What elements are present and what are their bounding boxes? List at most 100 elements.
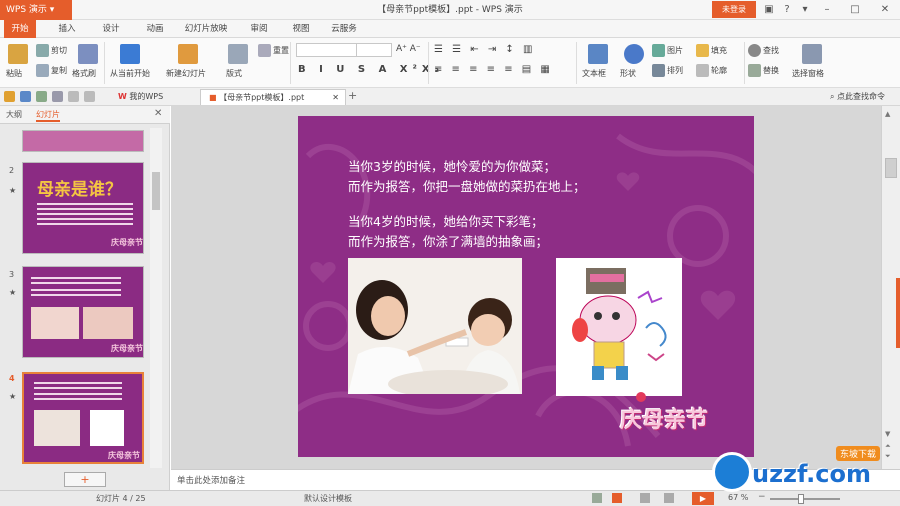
tab-view[interactable]: 视图 [286,20,316,38]
vertical-scrollbar[interactable]: ▲ ▼ ⏶ ⏷ [881,106,900,469]
cut-button[interactable]: 剪切 [36,44,67,57]
image-label: 图片 [667,46,683,55]
shape-button[interactable]: 形状 [620,68,636,79]
help-icon[interactable]: ? [778,1,796,19]
tab-animation[interactable]: 动画 [140,20,170,38]
outline-button[interactable]: 轮廓 [696,64,727,77]
thumbnail-scroll-thumb[interactable] [152,172,160,210]
ribbon-separator [290,42,291,84]
selection-pane-button[interactable]: 选择窗格 [792,68,824,79]
slide-text-line-4[interactable]: 而作为报答，你涂了满墙的抽象画； [348,231,548,250]
notes-toggle-icon[interactable] [592,493,602,503]
ribbon-separator [576,42,577,84]
command-search-input[interactable]: ⌕ 点此查找命令 [830,90,898,104]
notes-placeholder: 单击此处添加备注 [177,476,246,486]
new-tab-icon[interactable]: + [348,89,357,102]
tab-insert[interactable]: 插入 [52,20,82,38]
paste-button[interactable]: 粘贴 [6,68,22,79]
slide-thumbnail-1[interactable] [22,130,144,152]
tab-slides[interactable]: 幻灯片 [36,109,60,122]
textbox-button[interactable]: 文本框 [582,68,606,79]
quick-access-bar: W 我的WPS ■ 【母亲节ppt模板】.ppt ✕ + ⌕ 点此查找命令 [0,88,900,106]
slide2-logo: 庆母亲节 [111,238,143,247]
font-style-buttons[interactable]: B I U S A X²X₂ [298,64,444,75]
command-search-placeholder: 点此查找命令 [837,92,886,101]
scroll-down-icon[interactable]: ▼ [885,430,890,438]
selection-pane-icon [802,44,822,64]
document-tab[interactable]: ■ 【母亲节ppt模板】.ppt ✕ [200,89,346,105]
copy-button[interactable]: 复制 [36,64,67,77]
reading-view-icon[interactable] [664,493,674,503]
slide-thumbnail-4-selected[interactable]: 庆母亲节 [22,372,144,464]
arrange-button[interactable]: 排列 [652,64,683,77]
open-icon[interactable] [4,91,15,102]
scroll-up-icon[interactable]: ▲ [885,110,890,118]
new-slide-button[interactable]: 新建幻灯片 [166,68,206,79]
slide-text-line-1[interactable]: 当你3岁的时候，她怜爱的为你做菜； [348,156,556,175]
save-icon[interactable] [20,91,31,102]
my-wps-tab[interactable]: W 我的WPS [118,90,163,104]
slide-canvas[interactable]: 当你3岁的时候，她怜爱的为你做菜； 而作为报答，你把一盘她做的菜扔在地上； 当你… [298,116,754,457]
reset-button[interactable]: 重置 [258,44,289,57]
dropdown-icon[interactable]: ▾ [796,1,814,19]
paragraph-align-buttons[interactable]: ≡ ≡ ≡ ≡ ≡ ▤ ▦ [434,64,553,75]
format-painter-button[interactable]: 格式刷 [72,68,96,79]
heart-icon [636,392,646,402]
preview-icon[interactable] [52,91,63,102]
new-slide-icon [178,44,198,64]
mother-child-photo[interactable] [348,258,522,394]
mothers-day-logo: 庆母亲节 [620,408,709,433]
undo-icon[interactable] [68,91,79,102]
close-pane-icon[interactable]: ✕ [154,108,162,119]
menu-tabs: 开始 插入 设计 动画 幻灯片放映 审阅 视图 云服务 [0,20,900,38]
tab-design[interactable]: 设计 [96,20,126,38]
slide-text-line-3[interactable]: 当你4岁的时候，她给你买下彩笔； [348,211,543,230]
window-title: 【母亲节ppt模板】.ppt - WPS 演示 [377,5,523,15]
zoom-level[interactable]: 67 % [728,493,748,502]
side-panel-toggle[interactable] [896,278,900,348]
grow-font-button[interactable]: A⁺ A⁻ [396,44,421,54]
fill-button[interactable]: 填充 [696,44,727,57]
layout-button[interactable]: 版式 [226,68,242,79]
from-current-button[interactable]: 从当前开始 [110,68,150,79]
app-menu-button[interactable]: WPS 演示 ▾ [0,0,72,20]
image-button[interactable]: 图片 [652,44,683,57]
tab-slideshow[interactable]: 幻灯片放映 [180,20,232,38]
slide-thumbnail-3[interactable]: 庆母亲节 [22,266,144,358]
close-icon[interactable]: ✕ [876,1,894,19]
slide-text-line-2[interactable]: 而作为报答，你把一盘她做的菜扔在地上； [348,176,586,195]
add-slide-button[interactable]: + [64,472,106,487]
paste-icon [8,44,28,64]
thumbnail-scrollbar[interactable] [150,128,162,468]
slide-thumbnail-2[interactable]: 母亲是谁？ 庆母亲节 [22,162,144,254]
tab-cloud[interactable]: 云服务 [326,20,362,38]
slide-thumbnail-pane: 大纲 幻灯片 ✕ 2 ★ 母亲是谁？ 庆母亲节 3 ★ 庆母亲节 4 ★ 庆母亲… [0,106,170,490]
close-tab-icon[interactable]: ✕ [332,90,339,105]
paragraph-list-buttons[interactable]: ☰ ☰ ⇤ ⇥ ↕ ▥ [434,44,535,55]
font-size-select[interactable] [356,43,392,57]
replace-button[interactable]: 替换 [748,64,779,77]
reset-label: 重置 [273,46,289,55]
minimize-icon[interactable]: – [818,1,836,19]
child-drawing-image[interactable] [556,258,682,396]
tab-home[interactable]: 开始 [4,20,36,38]
outline-icon [696,64,709,77]
ribbon-separator [104,42,105,84]
tab-review[interactable]: 审阅 [244,20,274,38]
redo-icon[interactable] [84,91,95,102]
wps-logo-icon: W [118,92,127,101]
print-icon[interactable] [36,91,47,102]
find-button[interactable]: 查找 [748,44,779,57]
maximize-icon[interactable]: □ [846,1,864,19]
app-menu-label: WPS 演示 [6,5,47,15]
normal-view-icon[interactable] [612,493,622,503]
scroll-thumb[interactable] [885,158,897,178]
login-button[interactable]: 未登录 [712,1,756,18]
slide-number-4: 4 [9,374,15,383]
zoom-slider[interactable] [770,494,840,504]
skin-icon[interactable]: ▣ [760,1,778,19]
slide-sorter-icon[interactable] [640,493,650,503]
tab-outline[interactable]: 大纲 [6,109,22,120]
zoom-slider-thumb[interactable] [798,494,804,504]
play-slideshow-button[interactable]: ▶ [692,492,714,505]
